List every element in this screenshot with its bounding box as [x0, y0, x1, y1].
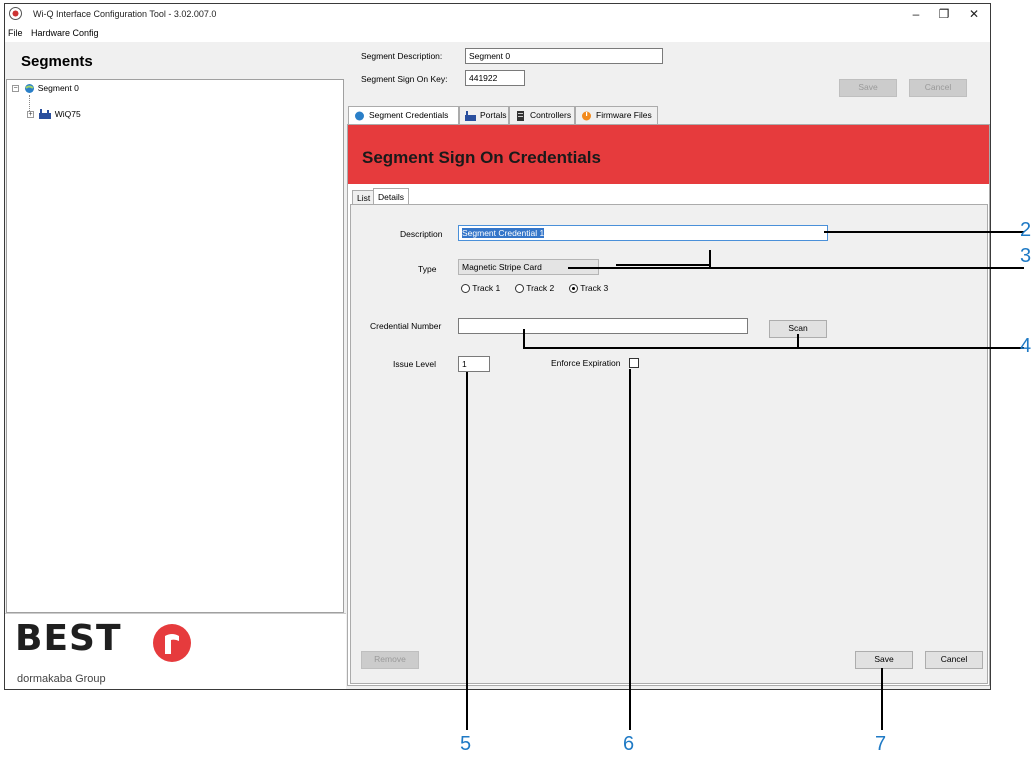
menu-file[interactable]: File: [8, 28, 23, 38]
server-icon: [517, 111, 524, 121]
callout-7: 7: [875, 733, 887, 755]
controller-icon: [465, 111, 476, 121]
callout-line-3: [568, 267, 1024, 269]
track-3-label: Track 3: [580, 283, 609, 293]
best-logo-mark: [153, 624, 191, 662]
track-1-radio[interactable]: [461, 284, 470, 294]
tab-portals[interactable]: Portals: [459, 106, 509, 125]
credential-number-input[interactable]: [458, 318, 748, 334]
tab-label: Controllers: [530, 110, 572, 120]
segment-save-button[interactable]: Save: [839, 79, 897, 97]
track-1-option[interactable]: Track 1: [461, 283, 501, 294]
best-logo-text: BEST: [15, 618, 122, 659]
segment-tree: − Segment 0 + WiQ75: [6, 79, 344, 613]
callout-line-4b: [797, 334, 799, 347]
callout-3: 3: [1020, 245, 1032, 267]
enforce-expiration-label: Enforce Expiration: [551, 358, 621, 368]
tree-label-wiq75: WiQ75: [54, 109, 81, 119]
callout-2: 2: [1020, 219, 1032, 241]
menu-hardware-config[interactable]: Hardware Config: [31, 28, 99, 38]
power-icon: [582, 111, 591, 121]
tree-node-wiq75[interactable]: + WiQ75: [27, 109, 81, 120]
collapse-icon[interactable]: −: [12, 85, 19, 93]
expand-icon[interactable]: +: [27, 111, 34, 119]
track-2-option[interactable]: Track 2: [515, 283, 555, 294]
cancel-button[interactable]: Cancel: [925, 651, 983, 669]
controller-icon: [39, 109, 52, 120]
globe-icon: [25, 84, 35, 94]
credential-number-label: Credential Number: [370, 321, 442, 331]
callout-line-5: [466, 372, 468, 730]
track-3-option[interactable]: Track 3: [569, 283, 609, 294]
credentials-panel: Segment Sign On Credentials List Details…: [347, 124, 990, 686]
callout-line-2: [824, 231, 1024, 233]
globe-icon: [355, 111, 364, 121]
tab-segment-credentials[interactable]: Segment Credentials: [348, 106, 459, 126]
remove-button[interactable]: Remove: [361, 651, 419, 669]
callout-line-3-track: [616, 264, 710, 266]
menu-bar: File Hardware Config: [5, 26, 990, 42]
tree-node-segment[interactable]: − Segment 0: [12, 83, 79, 94]
segment-cancel-button[interactable]: Cancel: [909, 79, 967, 97]
title-bar: Wi-Q Interface Configuration Tool - 3.02…: [5, 4, 990, 26]
tab-firmware-files[interactable]: Firmware Files: [575, 106, 658, 125]
segments-title: Segments: [21, 53, 93, 70]
tree-label-segment: Segment 0: [37, 83, 79, 93]
callout-6: 6: [623, 733, 635, 755]
segment-description-label: Segment Description:: [361, 51, 443, 61]
type-label: Type: [418, 264, 437, 274]
segments-pane: Segments − Segment 0 + WiQ75 BEST dormak…: [5, 42, 346, 689]
track-2-radio[interactable]: [515, 284, 524, 294]
tab-label: Portals: [480, 110, 507, 120]
callout-4: 4: [1020, 335, 1032, 357]
description-label: Description: [400, 229, 443, 239]
logo-area: BEST dormakaba Group: [5, 613, 346, 689]
restore-button[interactable]: ❐: [929, 5, 959, 23]
enforce-expiration-checkbox[interactable]: [629, 358, 639, 368]
tab-label: Firmware Files: [596, 110, 652, 120]
callout-line-4: [523, 347, 1024, 349]
callout-line-4a: [523, 329, 525, 348]
callout-5: 5: [460, 733, 472, 755]
banner-title: Segment Sign On Credentials: [362, 148, 601, 167]
description-value: Segment Credential 1: [462, 228, 545, 238]
callout-line-6: [629, 369, 631, 730]
app-icon: [9, 7, 22, 20]
tab-label: Segment Credentials: [369, 110, 449, 120]
tab-controllers[interactable]: Controllers: [509, 106, 575, 125]
segment-signon-key-label: Segment Sign On Key:: [361, 74, 448, 84]
issue-level-label: Issue Level: [393, 359, 436, 369]
save-button[interactable]: Save: [855, 651, 913, 669]
window-title: Wi-Q Interface Configuration Tool - 3.02…: [33, 9, 217, 19]
header-banner: Segment Sign On Credentials: [348, 125, 989, 184]
close-button[interactable]: ✕: [959, 5, 989, 23]
details-form: Description Segment Credential 1 Type Ma…: [350, 204, 988, 684]
description-input[interactable]: Segment Credential 1: [458, 225, 828, 241]
minimize-button[interactable]: –: [901, 5, 931, 23]
callout-line-7: [881, 668, 883, 730]
track-3-radio[interactable]: [569, 284, 578, 294]
dormakaba-group-text: dormakaba Group: [17, 673, 106, 685]
segment-description-input[interactable]: Segment 0: [465, 48, 663, 64]
issue-level-input[interactable]: 1: [458, 356, 490, 372]
track-2-label: Track 2: [526, 283, 555, 293]
segment-signon-key-input[interactable]: 441922: [465, 70, 525, 86]
track-1-label: Track 1: [472, 283, 501, 293]
